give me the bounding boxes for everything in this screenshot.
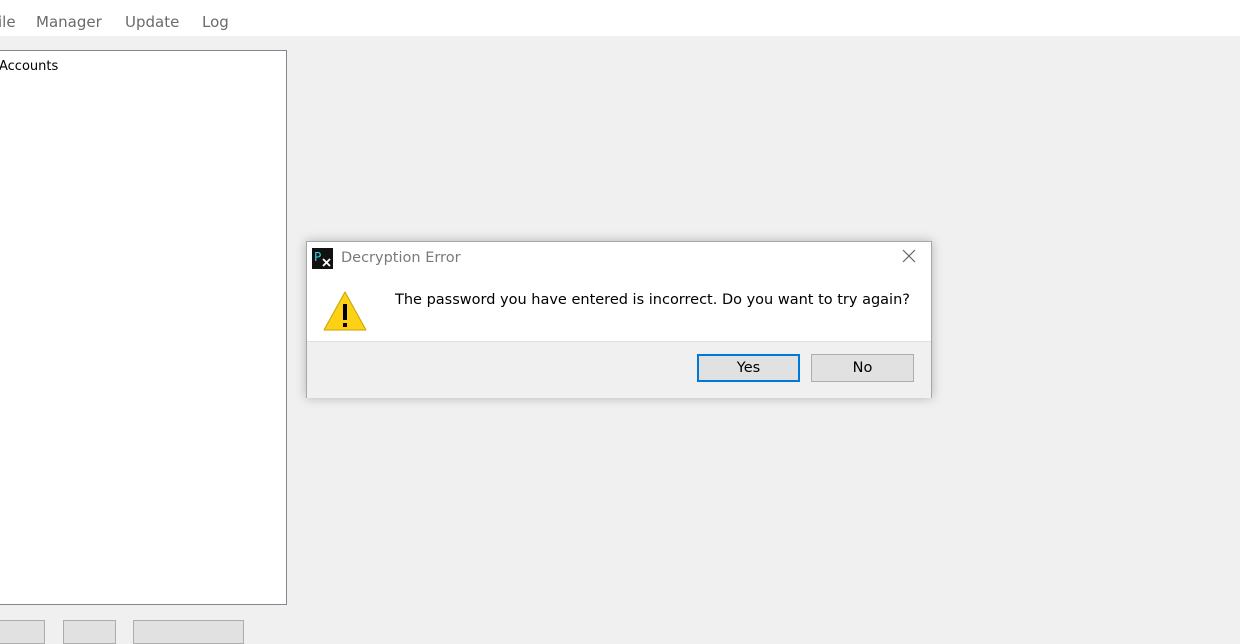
menu-manager[interactable]: Manager <box>36 13 102 31</box>
close-button[interactable] <box>887 242 931 274</box>
dialog-title: Decryption Error <box>341 250 461 266</box>
svg-text:P: P <box>314 250 321 264</box>
decryption-error-dialog: P Decryption Error The password you have… <box>306 241 932 398</box>
menu-bar: ile Manager Update Log <box>0 0 1240 37</box>
menu-update[interactable]: Update <box>125 13 179 31</box>
yes-button[interactable]: Yes <box>697 354 800 382</box>
warning-icon <box>322 290 368 332</box>
menu-log[interactable]: Log <box>202 13 229 31</box>
dialog-titlebar[interactable]: P Decryption Error <box>307 242 931 275</box>
tree-item-accounts[interactable]: Accounts <box>0 59 58 74</box>
dialog-footer: Yes No <box>307 341 931 398</box>
close-icon <box>902 249 916 267</box>
accounts-tree[interactable]: Accounts <box>0 50 287 605</box>
menu-file[interactable]: ile <box>0 13 16 31</box>
dialog-message: The password you have entered is incorre… <box>395 292 910 308</box>
no-button[interactable]: No <box>811 354 914 382</box>
px-app-icon: P <box>312 248 333 269</box>
